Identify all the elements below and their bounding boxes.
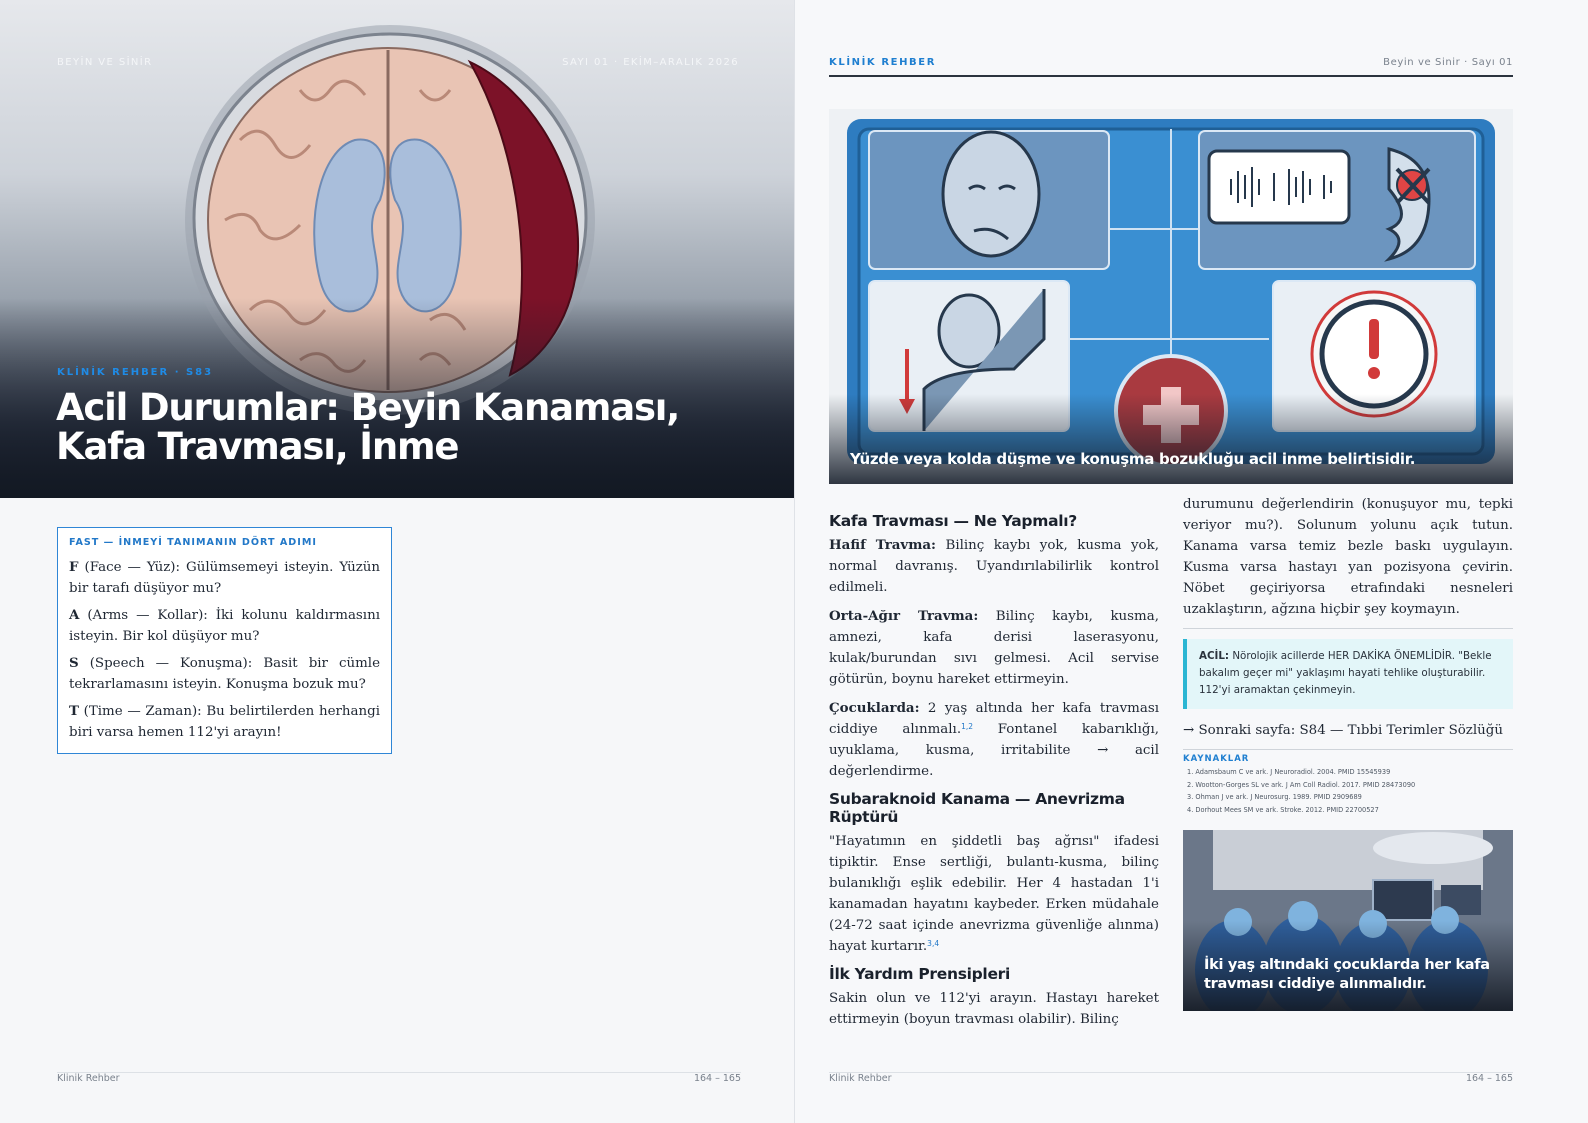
running-head-left: BEYİN VE SİNİR: [57, 57, 153, 68]
section-kicker: KLİNİK REHBER · S83: [57, 367, 214, 378]
stroke-signs-figure: Yüzde veya kolda düşme ve konuşma bozukl…: [829, 109, 1513, 484]
citation-3-4[interactable]: 3,4: [927, 939, 939, 948]
reference-item: 2. Wootton-Gorges SL ve ark. J Am Coll R…: [1187, 780, 1416, 789]
alert-callout: ACİL: Nörolojik acillerde HER DAKİKA ÖNE…: [1183, 639, 1513, 709]
paragraph-sah: "Hayatımın en şiddetli baş ağrısı" ifade…: [829, 834, 1159, 954]
right-page: KLİNİK REHBER Beyin ve Sinir · Sayı 01 Y…: [795, 0, 1588, 1123]
running-head-left: KLİNİK REHBER: [829, 57, 937, 68]
section-heading-first-aid: İlk Yardım Prensipleri: [829, 965, 1011, 983]
fast-item-f: F (Face — Yüz): Gülümsemeyi isteyin. Yüz…: [69, 559, 380, 596]
figure1-caption: Yüzde veya kolda düşme ve konuşma bozukl…: [850, 450, 1416, 468]
paragraph-first-aid: Sakin olun ve 112'yi arayın. Hastayı har…: [829, 991, 1159, 1027]
text-column-1: Kafa Travması — Ne Yapmalı? Hafif Travma…: [829, 506, 1159, 1038]
fast-item-a: A (Arms — Kollar): İki kolunu kaldırması…: [69, 607, 380, 644]
section-heading-sah: Subaraknoid Kanama — Anevrizma Rüptürü: [829, 790, 1125, 826]
header-rule: [829, 75, 1513, 77]
fast-box: FAST — İNMEYİ TANIMANIN DÖRT ADIMI F (Fa…: [57, 527, 392, 754]
references-list: 1. Adamsbaum C ve ark. J Neuroradiol. 20…: [1183, 766, 1513, 816]
footer-page-number: 164 – 165: [693, 1073, 741, 1084]
reference-item: 3. Ohman J ve ark. J Neurosurg. 1989. PM…: [1187, 793, 1362, 802]
figure2-caption: İki yaş altındaki çocuklarda her kafa tr…: [1204, 957, 1490, 993]
fast-item-t: T (Time — Zaman): Bu belirtilerden herha…: [69, 703, 380, 740]
left-page: BEYİN VE SİNİR SAYI 01 · EKİM–ARALIK 202…: [0, 0, 794, 1123]
next-page-link[interactable]: → Sonraki sayfa: S84 — Tıbbi Terimler Sö…: [1183, 721, 1513, 740]
citation-1-2[interactable]: 1,2: [961, 722, 973, 731]
footer-left: Klinik Rehber: [829, 1073, 892, 1084]
paragraph-children: Çocuklarda: 2 yaş altında her kafa travm…: [829, 700, 1159, 779]
paragraph-mild-trauma: Hafif Travma: Bilinç kaybı yok, kusma yo…: [829, 537, 1159, 595]
paragraph-first-aid-cont: durumunu değerlendirin (konuşuyor mu, te…: [1183, 497, 1513, 617]
page-title: Acil Durumlar: Beyin Kanaması, Kafa Trav…: [56, 386, 680, 468]
section-heading-head-trauma: Kafa Travması — Ne Yapmalı?: [829, 512, 1077, 530]
reference-item: 1. Adamsbaum C ve ark. J Neuroradiol. 20…: [1187, 768, 1391, 776]
references-heading: KAYNAKLAR: [1183, 754, 1250, 764]
paragraph-severe-trauma: Orta-Ağır Travma: Bilinç kaybı, kusma, a…: [829, 608, 1159, 687]
fast-item-s: S (Speech — Konuşma): Basit bir cümle te…: [69, 655, 380, 692]
text-column-2: durumunu değerlendirin (konuşuyor mu, te…: [1183, 494, 1513, 1012]
divider: [1183, 628, 1513, 629]
fast-box-heading: FAST — İNMEYİ TANIMANIN DÖRT ADIMI: [69, 537, 317, 548]
surgery-photo-figure: İki yaş altındaki çocuklarda her kafa tr…: [1183, 830, 1513, 1012]
running-head-right: Beyin ve Sinir · Sayı 01: [1383, 57, 1513, 68]
reference-item: 4. Dorhout Mees SM ve ark. Stroke. 2012.…: [1187, 805, 1379, 814]
footer-left: Klinik Rehber: [57, 1073, 120, 1084]
running-head-right: SAYI 01 · EKİM–ARALIK 2026: [562, 57, 739, 68]
footer-page-number: 164 – 165: [1465, 1073, 1513, 1084]
